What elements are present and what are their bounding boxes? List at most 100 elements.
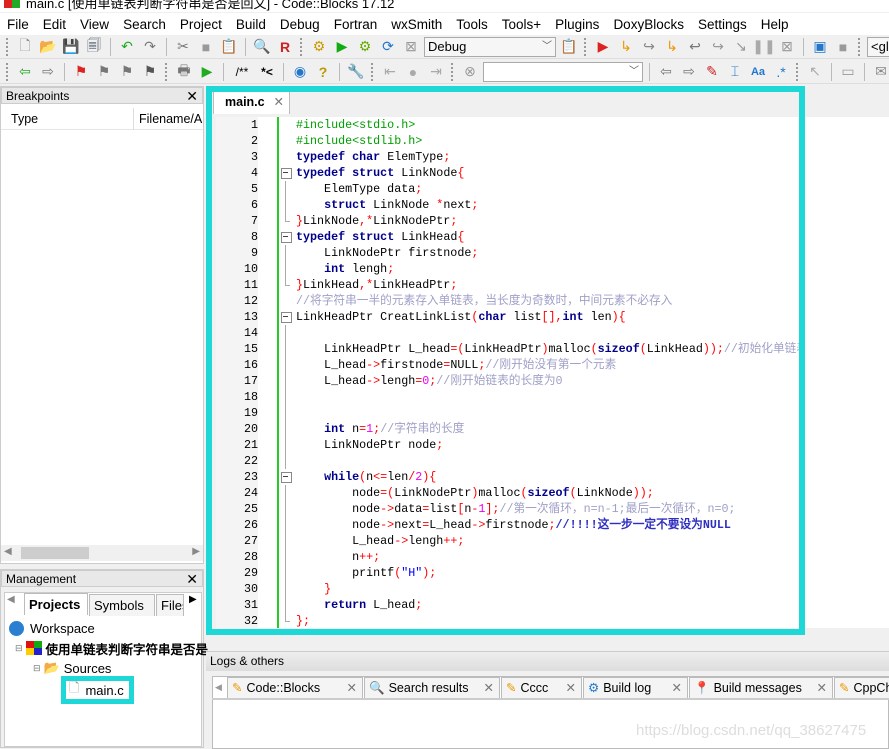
collapse-icon[interactable]: ⊟ [33,663,41,674]
jump-forward-icon[interactable]: ⇥ [426,62,446,82]
column-header-type[interactable]: Type [11,108,38,130]
rectangle-icon[interactable]: ▭ [838,62,858,82]
copy-icon[interactable]: ■ [196,37,216,57]
debug-windows-icon[interactable]: ▣ [810,37,830,57]
paste-icon[interactable]: 📋 [219,37,239,57]
tree-item-main-c[interactable]: 🗋 main.c [61,676,134,704]
tree-item-sources[interactable]: ⊟ 📂 Sources [9,658,208,678]
clear-search-icon[interactable]: ⊗ [460,62,480,82]
debug-info-icon[interactable]: ■ [833,37,853,57]
log-tab-build-messages[interactable]: 📍 Build messages ✕ [689,677,833,699]
menu-file[interactable]: File [0,17,36,32]
bookmark-toggle-icon[interactable]: ⚑ [71,62,91,82]
highlight-icon[interactable]: ✎ [702,62,722,82]
tree-item-project[interactable]: ⊟ 使用单链表判断字符串是否是 [9,638,208,658]
mail-icon[interactable]: ✉ [871,62,889,82]
menu-tools-[interactable]: Tools+ [495,17,548,32]
search-prev-icon[interactable]: ⇦ [656,62,676,82]
cut-icon[interactable]: ✂ [173,37,193,57]
save-all-icon[interactable]: 🗐 [84,37,104,57]
menu-view[interactable]: View [73,17,116,32]
bookmark-clear-icon[interactable]: ⚑ [140,62,160,82]
build-run-icon[interactable]: ⚙ [355,37,375,57]
save-icon[interactable]: 💾 [61,37,81,57]
scope-select[interactable]: <glob [867,36,889,57]
help-icon[interactable]: ? [313,62,333,82]
jump-back-icon[interactable]: ⇤ [380,62,400,82]
pause-icon[interactable]: ❚❚ [752,37,775,57]
project-options-icon[interactable]: 📋 [559,37,579,57]
run-script-icon[interactable]: ▶ [197,62,217,82]
close-icon[interactable]: ✕ [347,678,357,699]
back-arrow-icon[interactable]: ⇦ [15,62,35,82]
match-case-icon[interactable]: Aa [748,62,768,82]
close-icon[interactable]: ✕ [566,678,576,699]
abort-icon[interactable]: ⊠ [401,37,421,57]
bookmark-prev-icon[interactable]: ⚑ [94,62,114,82]
doxywizard-icon[interactable]: ◉ [290,62,310,82]
toolbar-grip[interactable] [6,37,10,56]
replace-icon[interactable]: R [275,37,295,57]
find-icon[interactable]: 🔍 [252,37,272,57]
doxy-inline-comment-button[interactable]: *< [257,62,277,82]
close-icon[interactable]: ✕ [817,678,827,699]
redo-icon[interactable]: ↷ [140,37,160,57]
log-tab-cppch[interactable]: ✎ CppCh [834,677,889,699]
jump-dot-icon[interactable]: ● [403,62,423,82]
tab-symbols[interactable]: Symbols [89,594,155,616]
menu-tools[interactable]: Tools [449,17,495,32]
menu-wxsmith[interactable]: wxSmith [384,17,449,32]
horizontal-scrollbar[interactable]: ◀ ▶ [1,545,203,561]
new-file-icon[interactable]: 🗋 [15,37,35,57]
column-header-filename[interactable]: Filename/A [133,108,203,130]
tab-projects[interactable]: Projects [24,593,88,615]
print-icon[interactable]: 🖶 [174,62,194,82]
next-line-icon[interactable]: ↪ [639,37,659,57]
close-icon[interactable]: ✕ [672,678,682,699]
stop-debug-icon[interactable]: ⊠ [777,37,797,57]
menu-build[interactable]: Build [229,17,273,32]
close-icon[interactable]: ✕ [484,678,494,699]
log-tab-search-results[interactable]: 🔍 Search results ✕ [364,677,500,699]
tab-scroll-left-icon[interactable]: ◀ [7,594,15,605]
menu-fortran[interactable]: Fortran [327,17,385,32]
step-instruction-icon[interactable]: ↘ [731,37,751,57]
step-into-icon[interactable]: ↳ [662,37,682,57]
search-combo[interactable]: ﹀ [483,61,643,82]
collapse-icon[interactable]: ⊟ [15,643,23,654]
log-tab-code-blocks[interactable]: ✎ Code::Blocks ✕ [227,677,363,699]
tab-files[interactable]: Files [156,594,184,616]
tree-item-workspace[interactable]: Workspace [9,618,208,638]
menu-settings[interactable]: Settings [691,17,754,32]
rebuild-icon[interactable]: ⟳ [378,37,398,57]
wrench-icon[interactable]: 🔧 [346,62,366,82]
menu-debug[interactable]: Debug [273,17,327,32]
log-tab-cccc[interactable]: ✎ Cccc ✕ [501,677,582,699]
step-out-icon[interactable]: ↩ [685,37,705,57]
menu-search[interactable]: Search [116,17,173,32]
tab-scroll-right-icon[interactable]: ▶ [189,594,197,605]
menu-help[interactable]: Help [754,17,796,32]
bookmark-next-icon[interactable]: ⚑ [117,62,137,82]
run-to-cursor-icon[interactable]: ↳ [616,37,636,57]
search-next-icon[interactable]: ⇨ [679,62,699,82]
debug-run-icon[interactable]: ▶ [593,37,613,57]
undo-icon[interactable]: ↶ [117,37,137,57]
close-icon[interactable]: ✕ [186,571,198,587]
open-icon[interactable]: 📂 [38,37,58,57]
close-icon[interactable]: ✕ [186,88,198,104]
menu-project[interactable]: Project [173,17,229,32]
menu-edit[interactable]: Edit [36,17,73,32]
run-icon[interactable]: ▶ [332,37,352,57]
build-gear-icon[interactable]: ⚙ [309,37,329,57]
regex-icon[interactable]: .* [771,62,791,82]
menu-doxyblocks[interactable]: DoxyBlocks [606,17,691,32]
selected-text-icon[interactable]: ⌶ [725,62,745,82]
tab-scroll-left-icon[interactable]: ◀ [215,682,222,693]
menu-plugins[interactable]: Plugins [548,17,606,32]
log-tab-build-log[interactable]: ⚙ Build log ✕ [583,677,688,699]
pointer-icon[interactable]: ↖ [805,62,825,82]
forward-arrow-icon[interactable]: ⇨ [38,62,58,82]
build-target-select[interactable]: Debug ﹀ [424,36,556,57]
next-instruction-icon[interactable]: ↪ [708,37,728,57]
